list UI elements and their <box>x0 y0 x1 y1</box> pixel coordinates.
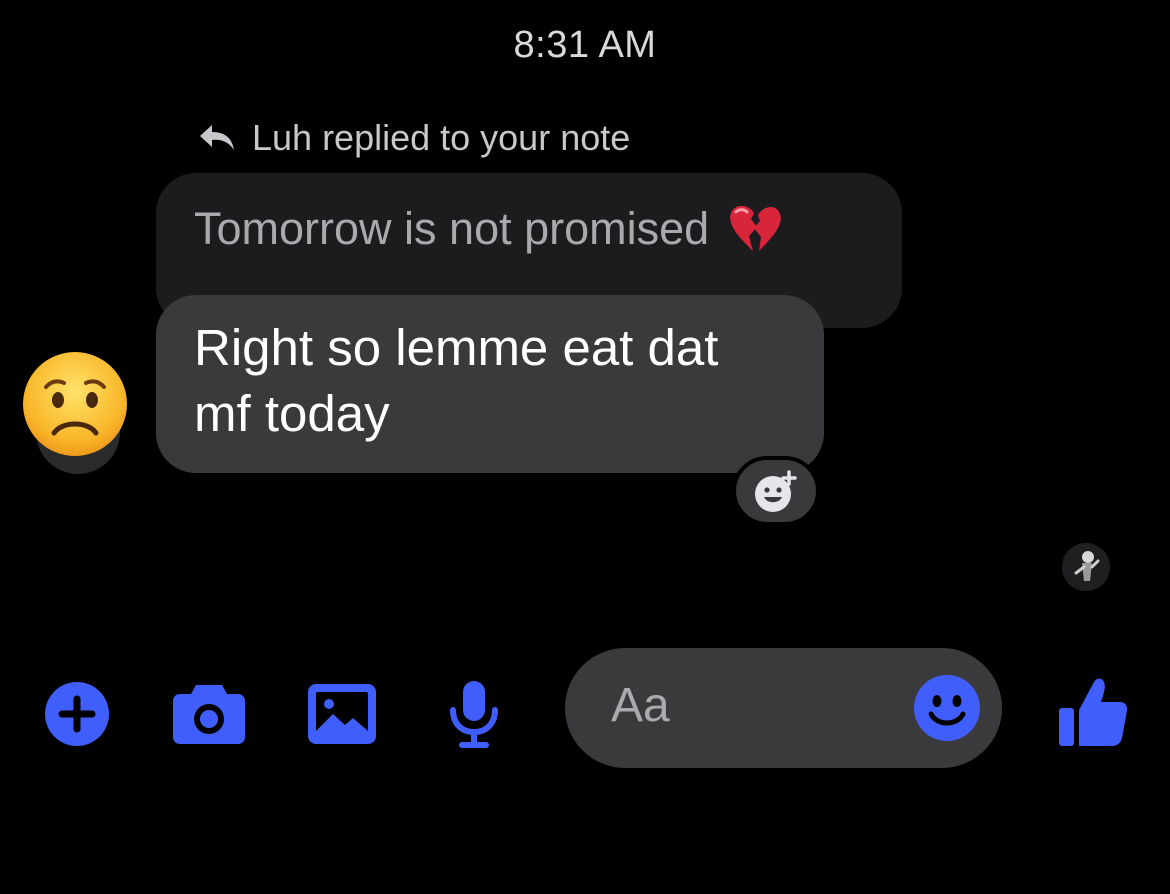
worried-face-icon <box>20 349 130 459</box>
add-reaction-icon <box>751 468 801 514</box>
read-receipt-avatar <box>1062 543 1110 591</box>
like-button[interactable] <box>1058 676 1128 748</box>
message-timestamp: 8:31 AM <box>513 24 657 66</box>
message-line: Right so lemme eat dat <box>194 319 719 376</box>
message-line: mf today <box>194 385 390 442</box>
gallery-icon <box>307 683 377 745</box>
reply-arrow-icon <box>198 123 236 153</box>
voice-message-button[interactable] <box>446 680 502 748</box>
plus-button[interactable] <box>44 681 110 747</box>
message-input[interactable]: Aa <box>565 648 1002 768</box>
reply-context-header: Luh replied to your note <box>198 116 630 160</box>
smiley-icon[interactable] <box>913 674 981 742</box>
gallery-button[interactable] <box>307 683 377 745</box>
message-input-placeholder: Aa <box>611 679 670 732</box>
microphone-icon <box>446 680 502 748</box>
note-text: Tomorrow is not promised <box>194 203 710 254</box>
add-reaction-button[interactable] <box>732 456 820 526</box>
reply-header-label: Luh replied to your note <box>252 117 631 158</box>
camera-icon <box>172 683 246 745</box>
broken-heart-icon <box>727 203 783 255</box>
camera-button[interactable] <box>172 683 246 745</box>
incoming-message-bubble[interactable]: Right so lemme eat dat mf today <box>156 295 824 473</box>
plus-icon <box>44 681 110 747</box>
thumbs-up-icon <box>1058 676 1128 748</box>
